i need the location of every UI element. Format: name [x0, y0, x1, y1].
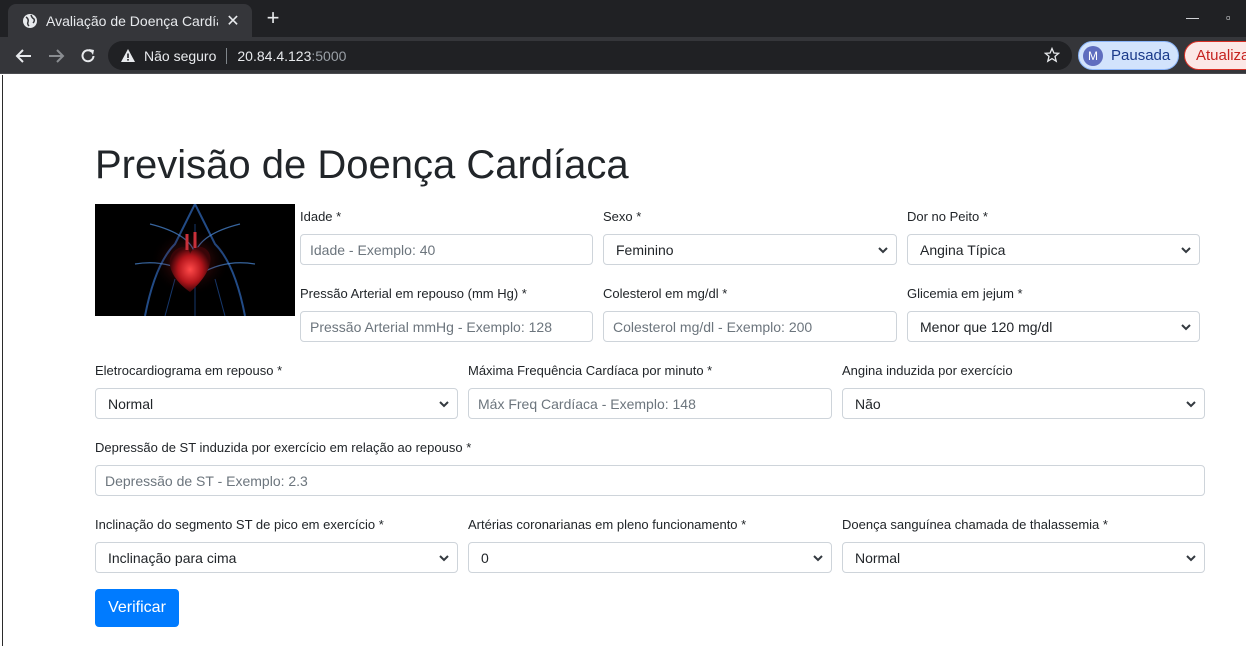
browser-tab-bar: Avaliação de Doença Cardíaca ✕ + — ▫: [0, 0, 1246, 37]
freq-input[interactable]: [468, 388, 832, 419]
url-port: :5000: [311, 47, 347, 64]
angina-label: Angina induzida por exercício: [842, 363, 1013, 378]
eletro-select[interactable]: Normal: [95, 388, 458, 419]
colesterol-label: Colesterol em mg/dl *: [603, 286, 728, 301]
address-bar[interactable]: Não seguro 20.84.4.123 :5000: [108, 41, 1072, 70]
back-icon[interactable]: [12, 44, 36, 68]
inclinacao-label: Inclinação do segmento ST de pico em exe…: [95, 517, 384, 532]
url-host: 20.84.4.123: [237, 47, 312, 64]
arterias-value: 0: [481, 549, 489, 566]
chevron-down-icon: [1181, 247, 1191, 254]
verificar-button[interactable]: Verificar: [95, 589, 179, 627]
new-tab-icon[interactable]: +: [261, 6, 285, 30]
thal-select[interactable]: Normal: [842, 542, 1205, 573]
chevron-down-icon: [1186, 401, 1196, 408]
sexo-label: Sexo *: [603, 209, 642, 224]
browser-toolbar: Não seguro 20.84.4.123 :5000 M Pausada A…: [0, 37, 1246, 74]
sexo-select[interactable]: Feminino: [603, 234, 897, 265]
arterias-label: Artérias coronarianas em pleno funcionam…: [468, 517, 747, 532]
angina-select[interactable]: Não: [842, 388, 1205, 419]
page-title: Previsão de Doença Cardíaca: [95, 143, 629, 187]
bookmark-star-icon[interactable]: [1043, 46, 1061, 63]
glicemia-value: Menor que 120 mg/dl: [920, 318, 1053, 335]
eletro-label: Eletrocardiograma em repouso *: [95, 363, 283, 378]
glicemia-select[interactable]: Menor que 120 mg/dl: [907, 311, 1200, 342]
update-button[interactable]: Atualizar: [1184, 41, 1246, 70]
minimize-icon[interactable]: —: [1186, 10, 1199, 25]
warning-icon[interactable]: [120, 48, 136, 64]
maximize-icon[interactable]: ▫: [1226, 10, 1231, 25]
freq-label: Máxima Frequência Cardíaca por minuto *: [468, 363, 713, 378]
eletro-value: Normal: [108, 395, 154, 412]
idade-input[interactable]: [300, 234, 593, 265]
tab-title: Avaliação de Doença Cardíaca: [46, 12, 218, 29]
pressao-input[interactable]: [300, 311, 593, 342]
heart-image: [95, 204, 295, 316]
inclinacao-value: Inclinação para cima: [108, 549, 237, 566]
chevron-down-icon: [439, 401, 449, 408]
chevron-down-icon: [1186, 555, 1196, 562]
avatar: M: [1083, 45, 1103, 66]
thal-label: Doença sanguínea chamada de thalassemia …: [842, 517, 1108, 532]
browser-tab[interactable]: Avaliação de Doença Cardíaca ✕: [8, 4, 252, 37]
depressao-label: Depressão de ST induzida por exercício e…: [95, 440, 472, 455]
page-content: Previsão de Doença Cardíaca Idade * Idad…: [2, 75, 1246, 646]
idade-label: Idade *: [300, 209, 342, 224]
inclinacao-select[interactable]: Inclinação para cima: [95, 542, 458, 573]
thal-value: Normal: [855, 549, 901, 566]
dor-peito-value: Angina Típica: [920, 241, 1006, 258]
chevron-down-icon: [878, 247, 888, 254]
globe-icon: [22, 13, 38, 29]
pressao-label: Pressão Arterial em repouso (mm Hg) *: [300, 286, 527, 301]
dor-peito-select[interactable]: Angina Típica: [907, 234, 1200, 265]
dor-peito-label: Dor no Peito *: [907, 209, 988, 224]
separator: [226, 47, 228, 64]
profile-label: Pausada: [1111, 47, 1171, 64]
colesterol-input[interactable]: [603, 311, 897, 342]
reload-icon[interactable]: [76, 44, 100, 68]
arterias-select[interactable]: 0: [468, 542, 832, 573]
sexo-value: Feminino: [616, 241, 674, 258]
chevron-down-icon: [1181, 324, 1191, 331]
security-label[interactable]: Não seguro: [144, 48, 216, 64]
glicemia-label: Glicemia em jejum *: [907, 286, 1023, 301]
chevron-down-icon: [439, 555, 449, 562]
profile-button[interactable]: M Pausada: [1078, 41, 1179, 70]
chevron-down-icon: [813, 555, 823, 562]
angina-value: Não: [855, 395, 881, 412]
forward-icon[interactable]: [44, 44, 68, 68]
depressao-input[interactable]: [95, 465, 1205, 496]
tab-close-icon[interactable]: ✕: [224, 11, 242, 31]
